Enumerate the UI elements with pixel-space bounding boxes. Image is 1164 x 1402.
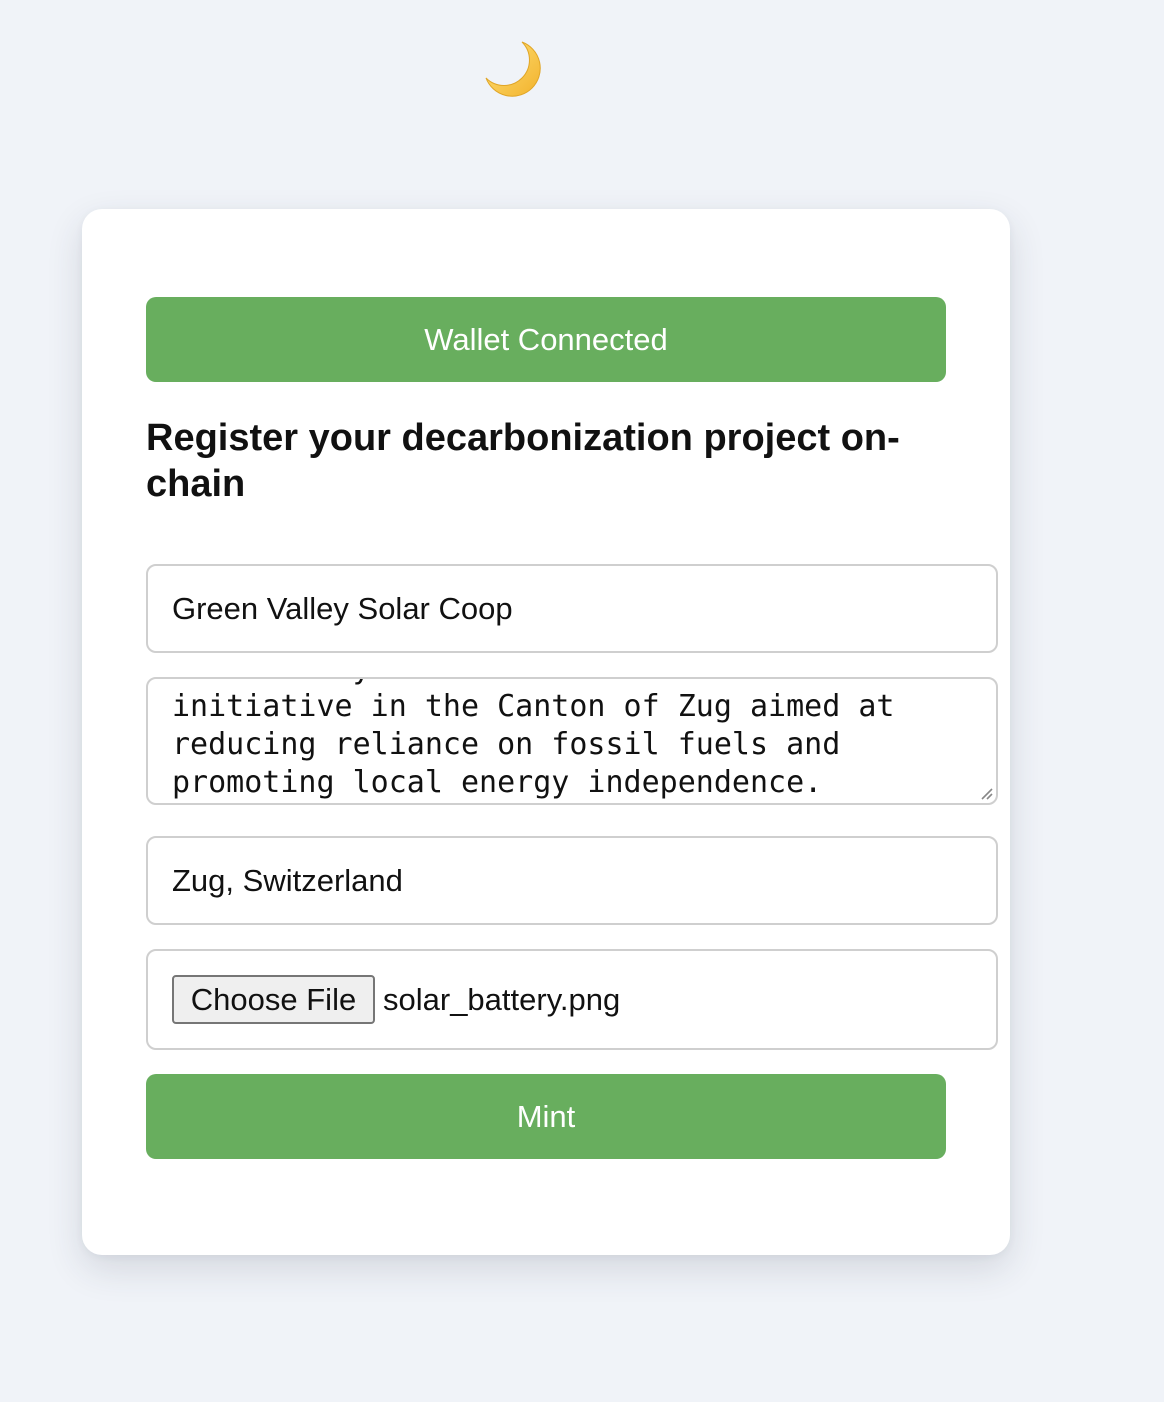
project-registration-card: Wallet Connected Register your decarboni…	[82, 209, 1010, 1255]
selected-file-name: solar_battery.png	[383, 982, 621, 1017]
theme-toggle-moon-icon[interactable]	[484, 40, 544, 100]
image-file-input: Choose File solar_battery.png	[146, 949, 998, 1050]
project-name-input[interactable]	[146, 564, 998, 653]
choose-file-button[interactable]: Choose File	[172, 975, 375, 1024]
project-location-input[interactable]	[146, 836, 998, 925]
wallet-connected-button[interactable]: Wallet Connected	[146, 297, 946, 382]
project-description-text: A community-led solar installation initi…	[172, 679, 895, 800]
form-title: Register your decarbonization project on…	[146, 417, 900, 505]
project-description-textarea[interactable]: A community-led solar installation initi…	[146, 677, 998, 805]
mint-button[interactable]: Mint	[146, 1074, 946, 1159]
resize-grip-icon[interactable]	[979, 786, 993, 800]
crescent-moon-icon	[485, 41, 541, 97]
